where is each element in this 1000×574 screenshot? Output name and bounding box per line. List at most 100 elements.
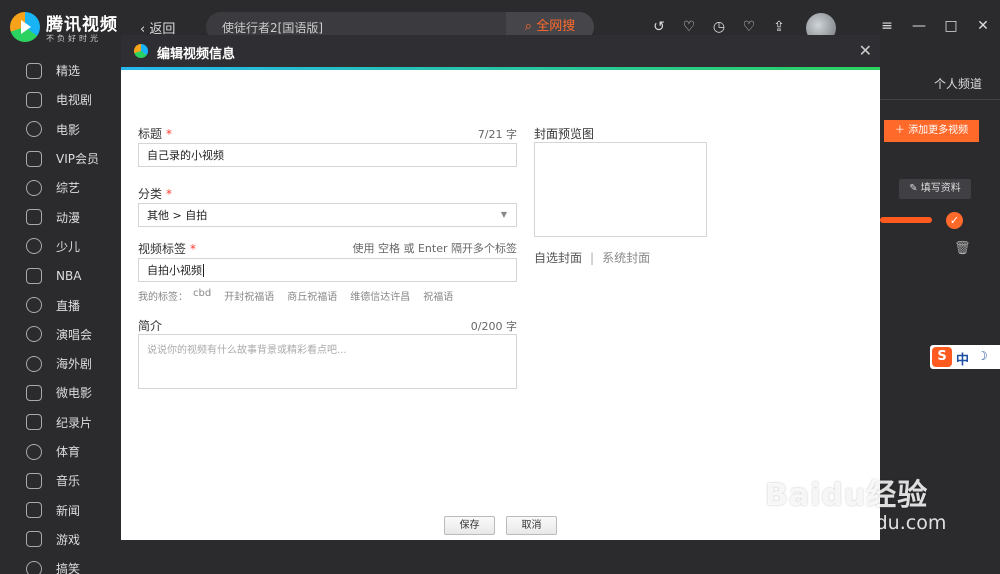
trash-icon[interactable]: 🗑 xyxy=(954,241,971,256)
my-tag[interactable]: 祝福语 xyxy=(423,288,453,303)
title-input[interactable]: 自己录的小视频 xyxy=(138,143,517,167)
my-tag[interactable]: cbd xyxy=(193,288,211,303)
my-tag[interactable]: 商丘祝福语 xyxy=(287,288,337,303)
required-mark: * xyxy=(166,127,173,141)
sidebar-item-label: 搞笑 xyxy=(56,562,81,574)
add-more-label: 添加更多视频 xyxy=(908,125,969,136)
app-logo[interactable]: 腾讯视频 不负好时光 xyxy=(10,10,118,44)
sidebar-item-label: 少儿 xyxy=(56,239,81,254)
baidu-watermark: Baidu经验 jingyan.baidu.com xyxy=(765,470,946,534)
sidebar-item-label: 新闻 xyxy=(56,503,81,518)
sogou-logo-icon: S xyxy=(932,347,952,367)
category-select-value: 其他 > 自拍 xyxy=(147,209,208,222)
search-value: 使徒行者2[国语版] xyxy=(222,21,323,35)
cover-options: 自选封面 | 系统封面 xyxy=(534,249,650,266)
system-cover-link[interactable]: 系统封面 xyxy=(602,249,650,266)
edit-icon: ✎ xyxy=(909,183,918,194)
sidebar-item-news[interactable]: 新闻 xyxy=(0,495,122,524)
sidebar-item-label: 直播 xyxy=(56,298,81,313)
ball-icon xyxy=(26,443,42,460)
divider xyxy=(880,99,1000,100)
sidebar-item-anime[interactable]: 动漫 xyxy=(0,202,122,231)
maximize-icon[interactable]: □ xyxy=(944,18,958,34)
category-select[interactable]: 其他 > 自拍 ▼ xyxy=(138,203,517,227)
tags-input-value: 自拍小视频 xyxy=(147,264,202,277)
sidebar-item-variety[interactable]: 综艺 xyxy=(0,173,122,202)
caret-down-icon: ▼ xyxy=(500,210,507,219)
minimize-icon[interactable]: — xyxy=(912,18,926,34)
personal-channel-tab[interactable]: 个人频道 xyxy=(934,75,982,92)
ime-mode[interactable]: 中 xyxy=(956,349,969,368)
my-tag[interactable]: 开封祝福语 xyxy=(224,288,274,303)
my-tags-label: 我的标签： xyxy=(138,292,188,303)
sidebar-item-movies[interactable]: 电影 xyxy=(0,115,122,144)
ime-toolbar[interactable]: S 中 ☽ xyxy=(930,345,1000,369)
fill-info-button[interactable]: ✎ 填写资料 xyxy=(899,179,971,199)
tv-icon xyxy=(26,91,42,108)
sidebar-item-label: VIP会员 xyxy=(56,152,99,167)
sidebar-item-kids[interactable]: 少儿 xyxy=(0,232,122,261)
intro-textarea[interactable]: 说说你的视频有什么故事背景或精彩看点吧... xyxy=(138,334,517,389)
heart-check-icon[interactable]: ♡ xyxy=(680,18,698,36)
sidebar-item-label: 纪录片 xyxy=(56,415,93,430)
tags-input[interactable]: 自拍小视频 xyxy=(138,258,517,282)
tags-hint: 使用 空格 或 Enter 隔开多个标签 xyxy=(352,242,517,255)
search-icon: ⌕ xyxy=(524,19,533,34)
cancel-button[interactable]: 取消 xyxy=(506,516,557,535)
my-tag[interactable]: 维德信达许昌 xyxy=(350,288,410,303)
smile-icon xyxy=(26,560,42,574)
cover-separator: | xyxy=(590,250,595,265)
sidebar-item-micro-film[interactable]: 微电影 xyxy=(0,378,122,407)
close-icon[interactable]: ✕ xyxy=(859,41,872,60)
dialog-title: 编辑视频信息 xyxy=(157,47,236,62)
sidebar-item-label: 微电影 xyxy=(56,386,93,401)
category-label-text: 分类 xyxy=(138,187,163,201)
tags-label-text: 视频标签 xyxy=(138,242,187,256)
microphone-icon xyxy=(26,297,42,314)
sidebar-item-nba[interactable]: NBA xyxy=(0,261,122,290)
globe-icon xyxy=(26,355,42,372)
clapper-icon xyxy=(26,384,42,401)
dialog-header: 编辑视频信息 ✕ xyxy=(121,35,880,67)
sidebar-item-label: 精选 xyxy=(56,64,81,79)
my-tags-list: 我的标签： cbd 开封祝福语 商丘祝福语 维德信达许昌 祝福语 xyxy=(138,288,453,303)
history-icon[interactable]: ↺ xyxy=(650,18,668,36)
clock-icon[interactable]: ◷ xyxy=(710,18,728,36)
menu-icon[interactable]: ≡ xyxy=(880,18,894,34)
sidebar-item-label: 音乐 xyxy=(56,474,81,489)
intro-placeholder: 说说你的视频有什么故事背景或精彩看点吧... xyxy=(147,345,347,356)
kids-icon xyxy=(26,238,42,255)
sidebar-item-label: 海外剧 xyxy=(56,357,93,372)
watermark-sub: jingyan.baidu.com xyxy=(771,512,947,534)
sidebar-item-games[interactable]: 游戏 xyxy=(0,525,122,554)
vip-crown-icon xyxy=(26,150,42,167)
sidebar-item-overseas[interactable]: 海外剧 xyxy=(0,349,122,378)
check-icon: ✓ xyxy=(946,212,963,229)
sidebar-item-music[interactable]: 音乐 xyxy=(0,466,122,495)
sidebar-item-concert[interactable]: 演唱会 xyxy=(0,320,122,349)
sidebar-item-live[interactable]: 直播 xyxy=(0,290,122,319)
moon-icon[interactable]: ☽ xyxy=(977,349,988,363)
sidebar-item-funny[interactable]: 搞笑 xyxy=(0,554,122,574)
news-icon xyxy=(26,502,42,519)
variety-icon xyxy=(26,179,42,196)
intro-char-count: 0/200 字 xyxy=(470,320,517,333)
plus-icon: ＋ xyxy=(894,125,905,136)
concert-mic-icon xyxy=(26,326,42,343)
sidebar-item-label: NBA xyxy=(56,268,82,283)
sidebar-item-documentary[interactable]: 纪录片 xyxy=(0,408,122,437)
sidebar-item-sports[interactable]: 体育 xyxy=(0,437,122,466)
close-icon[interactable]: ✕ xyxy=(976,18,990,34)
sidebar-item-label: 游戏 xyxy=(56,532,81,547)
favorite-icon[interactable]: ♡ xyxy=(740,18,758,36)
custom-cover-link[interactable]: 自选封面 xyxy=(534,249,582,266)
sidebar-item-label: 体育 xyxy=(56,445,81,459)
sidebar-item-label: 综艺 xyxy=(56,181,81,196)
add-more-videos-button[interactable]: ＋ 添加更多视频 xyxy=(884,120,979,142)
title-input-value: 自己录的小视频 xyxy=(147,149,224,162)
sidebar-item-tv[interactable]: 电视剧 xyxy=(0,85,122,114)
sidebar-item-featured[interactable]: 精选 xyxy=(0,56,122,85)
save-button[interactable]: 保存 xyxy=(444,516,495,535)
upload-icon[interactable]: ⇪ xyxy=(770,18,788,36)
sidebar-item-vip[interactable]: VIP会员 xyxy=(0,144,122,173)
